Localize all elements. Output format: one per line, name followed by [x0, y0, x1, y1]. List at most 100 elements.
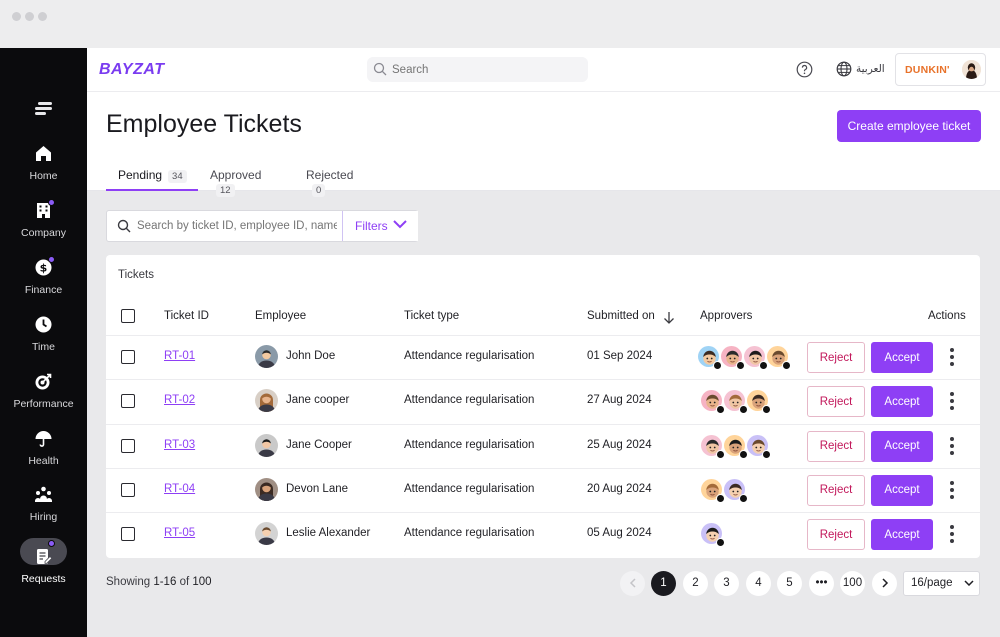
sidebar-item-label: Home: [29, 170, 58, 182]
column-ticket-id: Ticket ID: [164, 310, 209, 322]
submitted-date: 25 Aug 2024: [587, 438, 652, 451]
employee-name: Jane cooper: [286, 394, 350, 407]
main-content: Employee Tickets Create employee ticket …: [87, 92, 1000, 637]
window-dot: [25, 12, 34, 21]
sidebar: Home Company $ Finance Time Performance Health…: [0, 48, 87, 637]
row-checkbox[interactable]: [121, 438, 135, 453]
globe-icon[interactable]: [836, 61, 852, 77]
reject-button[interactable]: Reject: [807, 430, 865, 462]
create-ticket-button[interactable]: Create employee ticket: [837, 110, 981, 142]
sidebar-item-label: Performance: [13, 398, 74, 410]
sort-descending-icon[interactable]: [663, 311, 675, 324]
company-logo: DUNKIN': [905, 64, 950, 76]
ticket-search-bar: Filters: [106, 210, 418, 242]
ticket-id-link[interactable]: RT-01: [164, 350, 195, 362]
next-page-button[interactable]: [872, 571, 897, 596]
table-row: RT-01 John Doe Attendance regularisation 01…: [106, 335, 980, 379]
table-row: RT-05 Leslie Alexander Attendance regulari…: [106, 512, 980, 556]
svg-text:$: $: [40, 262, 48, 275]
page-size-select[interactable]: 16/page: [903, 571, 980, 596]
target-icon: [34, 372, 53, 391]
reject-button[interactable]: Reject: [807, 474, 865, 506]
ticket-id-link[interactable]: RT-05: [164, 527, 195, 539]
tickets-table-card: Tickets Ticket ID Employee Ticket type S…: [106, 255, 980, 558]
more-actions-icon[interactable]: [949, 348, 955, 366]
accept-button[interactable]: Accept: [871, 342, 933, 373]
ticket-type: Attendance regularisation: [404, 527, 535, 540]
tab-label: Approved: [210, 168, 262, 182]
ticket-type: Attendance regularisation: [404, 438, 535, 451]
tab-count-badge: 12: [216, 184, 235, 197]
sidebar-item-requests[interactable]: Requests: [0, 540, 87, 592]
page-button[interactable]: 1: [651, 571, 676, 596]
ticket-search-input[interactable]: [137, 216, 337, 236]
sidebar-item-health[interactable]: Health: [0, 429, 87, 479]
employee-avatar: [255, 389, 278, 413]
select-all-checkbox[interactable]: [121, 309, 135, 323]
pending-clock-icon: [762, 449, 771, 459]
submitted-date: 20 Aug 2024: [587, 482, 652, 495]
ticket-id-link[interactable]: RT-04: [164, 483, 195, 495]
global-search-input[interactable]: [392, 59, 582, 80]
tab-rejected[interactable]: Rejected 0: [294, 164, 364, 197]
table-row: RT-02 Jane cooper Attendance regularisatio…: [106, 379, 980, 423]
page-button[interactable]: 5: [777, 571, 802, 596]
top-bar: BAYZAT العربية DUNKIN': [87, 48, 1000, 92]
sidebar-item-home[interactable]: Home: [0, 144, 87, 194]
window-dot: [38, 12, 47, 21]
prev-page-button[interactable]: [620, 571, 645, 596]
ticket-id-link[interactable]: RT-02: [164, 394, 195, 406]
page-button[interactable]: 100: [840, 571, 865, 596]
tab-pending[interactable]: Pending 34: [106, 164, 198, 191]
page-button[interactable]: 4: [746, 571, 771, 596]
notification-badge: [48, 540, 55, 547]
submitted-date: 01 Sep 2024: [587, 350, 653, 362]
tab-count-badge: 0: [312, 184, 326, 197]
chevron-down-icon: [393, 220, 407, 229]
ticket-id-link[interactable]: RT-03: [164, 439, 195, 451]
more-actions-icon[interactable]: [949, 525, 955, 544]
row-checkbox[interactable]: [121, 527, 135, 542]
filters-button[interactable]: Filters: [342, 211, 418, 241]
more-actions-icon[interactable]: [949, 392, 955, 411]
accept-button[interactable]: Accept: [871, 386, 933, 418]
row-checkbox[interactable]: [121, 482, 135, 497]
reject-button[interactable]: Reject: [807, 386, 865, 418]
accept-button[interactable]: Accept: [871, 474, 933, 506]
global-search[interactable]: [367, 57, 588, 82]
help-icon[interactable]: [796, 61, 813, 78]
app-menu-icon[interactable]: [35, 102, 52, 116]
brand-logo[interactable]: BAYZAT: [99, 61, 165, 79]
sidebar-item-label: Requests: [21, 573, 66, 585]
accept-button[interactable]: Accept: [871, 519, 933, 551]
page-button[interactable]: •••: [809, 571, 834, 596]
company-switcher[interactable]: DUNKIN': [895, 53, 986, 86]
more-actions-icon[interactable]: [949, 480, 955, 499]
tab-approved[interactable]: Approved 12: [198, 164, 284, 197]
sidebar-item-label: Hiring: [29, 511, 58, 523]
page-header: Employee Tickets Create employee ticket …: [87, 92, 1000, 197]
reject-button[interactable]: Reject: [807, 519, 865, 551]
accept-button[interactable]: Accept: [871, 430, 933, 462]
language-switch[interactable]: العربية: [856, 63, 885, 75]
search-icon: [373, 62, 387, 76]
row-checkbox[interactable]: [121, 350, 135, 364]
sidebar-item-company[interactable]: Company: [0, 199, 87, 251]
pagination-summary: Showing 1-16 of 100: [106, 576, 212, 588]
sidebar-item-time[interactable]: Time: [0, 315, 87, 365]
page-button[interactable]: 3: [714, 571, 739, 596]
sidebar-item-performance[interactable]: Performance: [0, 372, 87, 422]
pending-clock-icon: [762, 405, 771, 415]
table-row: RT-04 Devon Lane Attendance regularisation…: [106, 467, 980, 512]
more-actions-icon[interactable]: [949, 436, 955, 455]
reject-button[interactable]: Reject: [807, 342, 865, 373]
pending-clock-icon: [716, 538, 725, 548]
notification-badge: [48, 256, 55, 263]
row-divider: [106, 423, 980, 425]
page-button[interactable]: 2: [683, 571, 708, 596]
sidebar-item-hiring[interactable]: Hiring: [0, 485, 87, 535]
column-submitted-on[interactable]: Submitted on: [587, 310, 674, 324]
employee-avatar: [255, 345, 278, 368]
sidebar-item-finance[interactable]: $ Finance: [0, 256, 87, 308]
row-checkbox[interactable]: [121, 394, 135, 409]
